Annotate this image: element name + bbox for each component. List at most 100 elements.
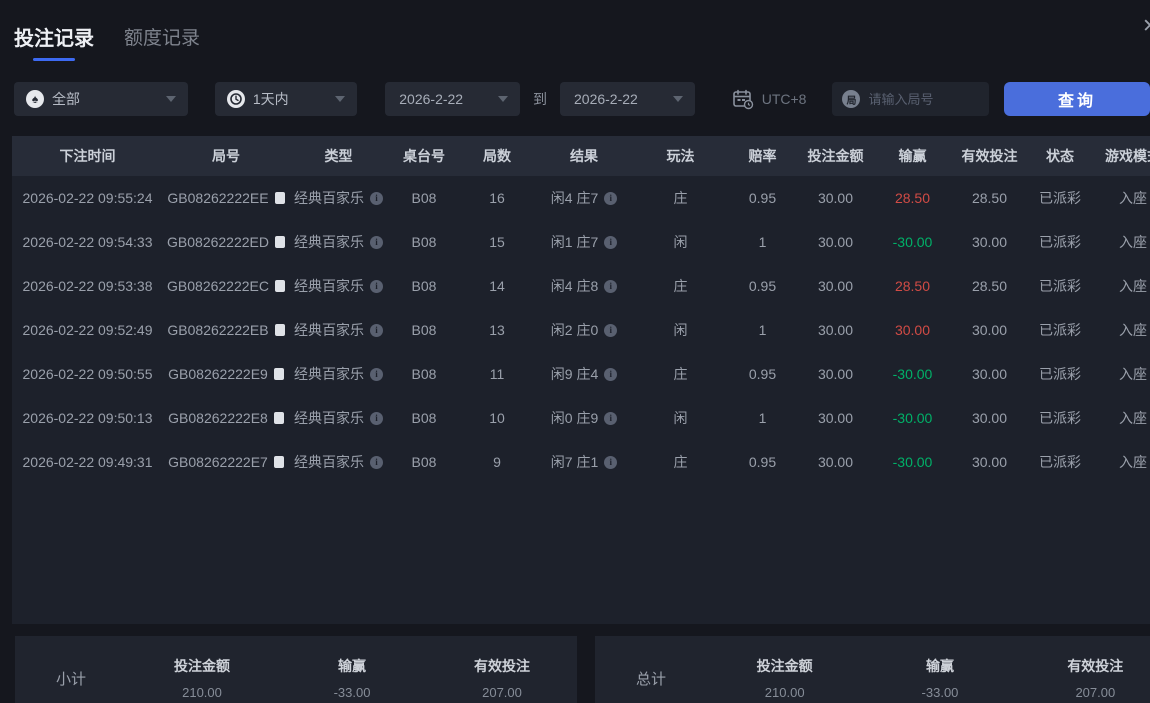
cell-bet-amount: 30.00 — [817, 322, 854, 338]
col-valid-bet: 有效投注 — [952, 136, 1027, 176]
tabs-bar: 投注记录 额度记录 — [0, 0, 1150, 61]
info-icon[interactable]: i — [370, 279, 383, 293]
copy-icon[interactable] — [273, 456, 284, 468]
col-bet-time: 下注时间 — [12, 136, 163, 176]
cell-bet-amount: 30.00 — [817, 454, 854, 470]
copy-icon[interactable] — [274, 192, 285, 204]
active-tab-underline — [33, 58, 75, 61]
cell-valid-bet: 30.00 — [971, 322, 1008, 338]
round-number-icon: 局 — [842, 90, 861, 108]
info-icon[interactable]: i — [370, 323, 383, 337]
cell-table-no: B08 — [411, 366, 437, 382]
chevron-down-icon — [498, 96, 508, 102]
tab-quota-records[interactable]: 额度记录 — [124, 22, 200, 50]
info-icon[interactable]: i — [604, 235, 618, 249]
info-icon[interactable]: i — [370, 191, 383, 205]
time-range-value: 1天内 — [252, 91, 289, 107]
col-result: 结果 — [534, 136, 634, 176]
info-icon[interactable]: i — [604, 279, 618, 293]
cell-valid-bet: 30.00 — [971, 234, 1008, 250]
tab-bet-records[interactable]: 投注记录 — [14, 22, 94, 61]
copy-icon[interactable] — [274, 236, 285, 248]
round-search-input[interactable] — [868, 91, 979, 107]
date-from-value: 2026-2-22 — [399, 91, 464, 107]
info-icon[interactable]: i — [604, 323, 618, 337]
cell-result: 闲1 庄7 i — [534, 220, 634, 264]
cell-game-mode: 入座 — [1119, 322, 1147, 338]
info-icon[interactable]: i — [370, 367, 383, 381]
cell-result: 闲2 庄0 i — [534, 308, 634, 352]
date-from-select[interactable]: 2026-2-22 — [385, 82, 520, 116]
copy-icon[interactable] — [273, 412, 284, 424]
table-row: 2026-02-22 09:52:49 GB08262222EB 经典百家乐 i … — [12, 308, 1150, 352]
col-win-loss: 输赢 — [873, 136, 952, 176]
col-rounds: 局数 — [460, 136, 534, 176]
info-icon[interactable]: i — [370, 235, 383, 249]
cell-play: 闲 — [673, 322, 688, 338]
info-icon[interactable]: i — [370, 455, 383, 469]
cell-result: 闲4 庄8 i — [534, 264, 634, 308]
spade-icon: ♠ — [26, 90, 44, 108]
cell-win-loss: 28.50 — [894, 278, 931, 294]
info-icon[interactable]: i — [604, 455, 618, 469]
table-body: 2026-02-22 09:55:24 GB08262222EE 经典百家乐 i … — [12, 176, 1150, 484]
cell-game-mode: 入座 — [1119, 366, 1147, 382]
cell-valid-bet: 28.50 — [971, 278, 1008, 294]
chevron-down-icon — [672, 96, 683, 102]
date-to-value: 2026-2-22 — [574, 91, 638, 107]
time-range-select[interactable]: 1天内 — [214, 82, 358, 116]
cell-game-type: 经典百家乐 i — [289, 440, 388, 484]
cell-status: 已派彩 — [1039, 234, 1081, 250]
cell-bet-amount: 30.00 — [817, 234, 854, 250]
date-to-connector: 到 — [533, 91, 547, 107]
betting-records-window: 投注记录 额度记录 ✕ ♠ 全部 1天内 2026-2-22 到 2026-2-… — [0, 0, 1150, 703]
cell-play: 庄 — [673, 190, 688, 206]
cell-rounds: 14 — [489, 278, 505, 294]
col-status: 状态 — [1027, 136, 1093, 176]
info-icon[interactable]: i — [604, 367, 618, 381]
cell-game-type: 经典百家乐 i — [289, 264, 388, 308]
col-game-type: 类型 — [289, 136, 388, 176]
total-label: 总计 — [635, 670, 666, 688]
cell-rounds: 15 — [489, 234, 505, 250]
cell-win-loss: 28.50 — [894, 190, 931, 206]
cell-bet-time: 2026-02-22 09:55:24 — [22, 190, 153, 206]
cell-table-no: B08 — [411, 234, 437, 250]
info-icon[interactable]: i — [370, 411, 383, 425]
subtotal-valid-bet: 有效投注 207.00 — [474, 658, 530, 700]
cell-bet-time: 2026-02-22 09:50:13 — [22, 410, 153, 426]
date-to-select[interactable]: 2026-2-22 — [560, 82, 695, 116]
cell-status: 已派彩 — [1039, 190, 1081, 206]
summary-row: 小计 投注金额 210.00 输赢 -33.00 有效投注 207.00 总计 … — [15, 636, 1150, 703]
cell-table-no: B08 — [411, 278, 437, 294]
timezone-label: UTC+8 — [761, 91, 807, 107]
info-icon[interactable]: i — [604, 191, 618, 205]
col-round-id: 局号 — [163, 136, 289, 176]
cell-win-loss: -30.00 — [892, 454, 933, 470]
copy-icon[interactable] — [274, 324, 285, 336]
query-button[interactable]: 查询 — [1003, 82, 1150, 116]
total-valid-bet: 有效投注 207.00 — [1067, 658, 1124, 700]
cell-game-mode: 入座 — [1119, 190, 1147, 206]
cell-bet-amount: 30.00 — [817, 366, 854, 382]
col-odds: 赔率 — [727, 136, 798, 176]
table-row: 2026-02-22 09:55:24 GB08262222EE 经典百家乐 i … — [12, 176, 1150, 220]
cell-game-type: 经典百家乐 i — [289, 308, 388, 352]
cell-bet-amount: 30.00 — [817, 410, 854, 426]
total-panel: 总计 投注金额 210.00 输赢 -33.00 有效投注 207.00 — [595, 636, 1150, 703]
cell-round-id: GB08262222EE — [163, 176, 289, 220]
tab-bet-records-label: 投注记录 — [14, 28, 94, 50]
cell-result: 闲0 庄9 i — [534, 396, 634, 440]
cell-bet-amount: 30.00 — [817, 190, 854, 206]
subtotal-label: 小计 — [55, 670, 86, 688]
info-icon[interactable]: i — [604, 411, 618, 425]
close-icon[interactable]: ✕ — [1142, 15, 1150, 38]
calendar-clock-icon — [732, 89, 753, 110]
game-type-select[interactable]: ♠ 全部 — [14, 82, 188, 116]
table-row: 2026-02-22 09:50:13 GB08262222E8 经典百家乐 i … — [12, 396, 1150, 440]
copy-icon[interactable] — [273, 368, 284, 380]
copy-icon[interactable] — [274, 280, 285, 292]
filter-bar: ♠ 全部 1天内 2026-2-22 到 2026-2-22 UTC+8 局 请… — [14, 82, 1150, 116]
cell-odds: 1 — [758, 234, 767, 250]
cell-game-type: 经典百家乐 i — [289, 352, 388, 396]
